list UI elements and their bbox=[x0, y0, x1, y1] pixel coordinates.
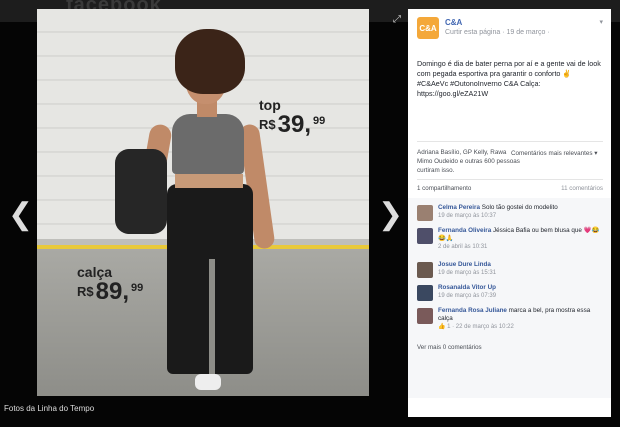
avatar[interactable] bbox=[417, 262, 433, 278]
comment-sort-dropdown[interactable]: Comentários mais relevantes ▾ bbox=[511, 150, 597, 157]
avatar[interactable] bbox=[417, 205, 433, 221]
comment-count[interactable]: 11 comentários bbox=[561, 185, 603, 192]
album-caption[interactable]: Fotos da Linha do Tempo bbox=[0, 399, 369, 427]
post-text: Domingo é dia de bater perna por aí e a … bbox=[417, 59, 603, 99]
previous-photo-icon[interactable]: ❮ bbox=[8, 200, 33, 230]
post-text-body: Domingo é dia de bater perna por aí e a … bbox=[417, 59, 601, 98]
price-tag-top: top R$ 39, 99 bbox=[259, 97, 325, 137]
comment-author[interactable]: Josue Dure Linda bbox=[438, 261, 491, 268]
price-bottom-currency: R$ bbox=[77, 284, 94, 299]
comment-meta: 19 de março às 15:31 bbox=[438, 270, 497, 276]
avatar[interactable] bbox=[417, 285, 433, 301]
price-top-currency: R$ bbox=[259, 117, 276, 132]
shares-link[interactable]: 1 compartilhamento bbox=[417, 185, 471, 192]
fullscreen-icon[interactable]: ⤢ bbox=[393, 14, 401, 25]
price-top-amount: 39, bbox=[277, 111, 311, 138]
view-more-comments-link[interactable]: Ver mais 0 comentários bbox=[417, 344, 482, 351]
comment-meta: 2 de abril às 10:31 bbox=[438, 244, 488, 250]
chevron-down-icon[interactable]: ▾ bbox=[599, 18, 603, 26]
model-figure bbox=[115, 29, 297, 396]
price-tag-bottom: calça R$ 89, 99 bbox=[77, 264, 143, 304]
photo-viewer: facebook top R$ 39, 99 calça R$ 89, 99 F… bbox=[0, 0, 620, 427]
post-meta: Curtir esta página · 19 de março · bbox=[445, 29, 550, 36]
comment-author[interactable]: Rosanalda Vitor Up bbox=[438, 284, 496, 291]
likes-summary[interactable]: Adriana Basílio, GP Kelly, Rawa Mimo Oud… bbox=[417, 148, 522, 175]
avatar[interactable] bbox=[417, 308, 433, 324]
comment-text: Solo tão gostei do modelito bbox=[480, 204, 558, 211]
comment-author[interactable]: Fernanda Oliveira bbox=[438, 227, 491, 234]
comment-author[interactable]: Fernanda Rosa Juliane bbox=[438, 307, 507, 314]
next-photo-icon[interactable]: ❯ bbox=[378, 200, 403, 230]
product-photo[interactable]: top R$ 39, 99 calça R$ 89, 99 bbox=[37, 9, 369, 396]
comment-meta: 19 de março às 10:37 bbox=[438, 213, 497, 219]
comment-author[interactable]: Celma Pereira bbox=[438, 204, 480, 211]
avatar[interactable] bbox=[417, 228, 433, 244]
page-avatar[interactable]: C&A bbox=[417, 17, 439, 39]
post-header: C&A C&A Curtir esta página · 19 de março… bbox=[408, 9, 611, 49]
page-name[interactable]: C&A bbox=[445, 18, 462, 27]
comment-meta: 19 de março às 07:39 bbox=[438, 293, 497, 299]
price-top-cents: 99 bbox=[313, 115, 326, 127]
price-bottom-amount: 89, bbox=[95, 278, 129, 305]
backpack bbox=[115, 149, 167, 234]
post-panel: C&A C&A Curtir esta página · 19 de março… bbox=[408, 9, 611, 417]
price-bottom-cents: 99 bbox=[131, 282, 144, 294]
comment-meta: 👍 1 · 22 de março às 10:22 bbox=[438, 324, 514, 330]
comment-list: Celma Pereira Solo tão gostei do modelit… bbox=[408, 198, 611, 398]
